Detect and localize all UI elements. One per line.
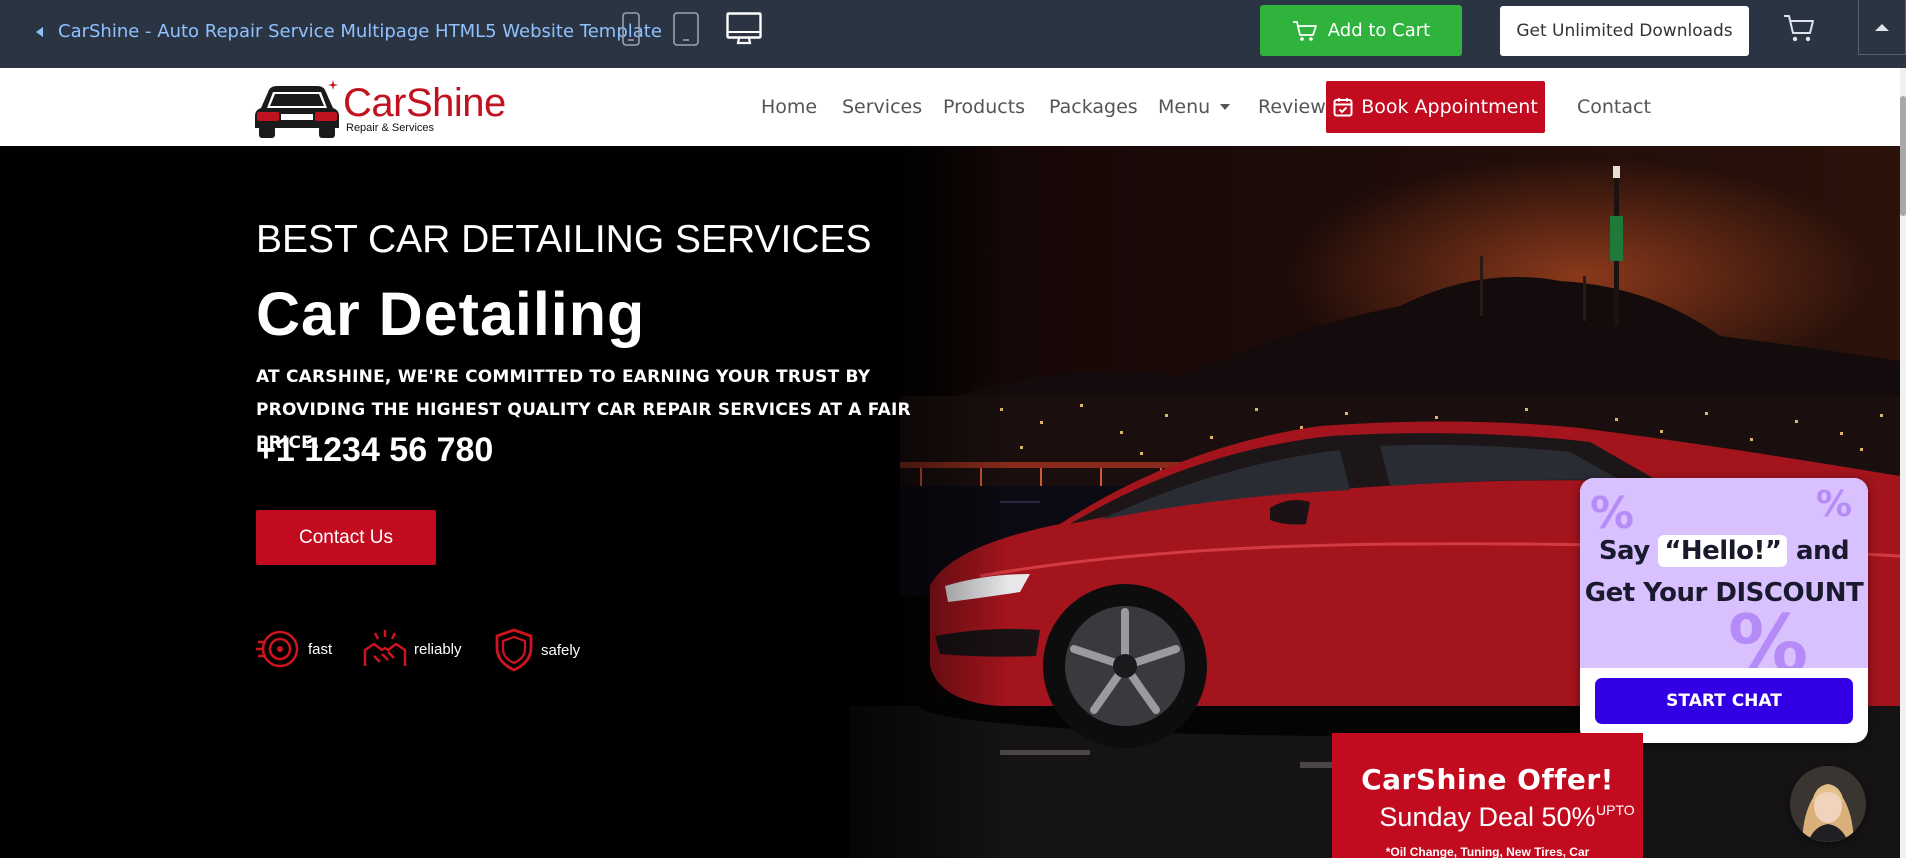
hero-title: Car Detailing <box>256 280 646 348</box>
percent-icon: % <box>1590 488 1635 539</box>
template-title: CarShine - Auto Repair Service Multipage… <box>58 21 662 42</box>
nav-packages[interactable]: Packages <box>1049 68 1138 146</box>
scrollbar-thumb[interactable] <box>1900 96 1906 216</box>
scroll-to-top-button[interactable] <box>1858 0 1906 55</box>
sunday-offer-box: CarShine Offer! Sunday Deal 50% UPTO *Oi… <box>1332 733 1643 858</box>
book-appointment-label: Book Appointment <box>1361 96 1538 118</box>
mobile-icon[interactable] <box>620 12 642 46</box>
discount-subline: Get Your DISCOUNT <box>1584 578 1864 608</box>
preview-bar: CarShine - Auto Repair Service Multipage… <box>0 0 1906 68</box>
feature-fast-label: fast <box>308 640 333 658</box>
offer-upto: UPTO <box>1596 802 1635 818</box>
chat-agent-avatar[interactable] <box>1790 766 1866 842</box>
discount-banner: % % % Say “Hello!” and Get Your DISCOUNT <box>1580 478 1868 668</box>
hero-subtitle: BEST CAR DETAILING SERVICES <box>256 218 872 261</box>
discount-and: and <box>1796 536 1850 566</box>
discount-say: Say <box>1598 536 1650 566</box>
percent-icon: % <box>1816 484 1853 525</box>
site-logo[interactable]: CarShine Repair & Services <box>255 78 506 140</box>
desktop-icon[interactable] <box>726 12 762 46</box>
start-chat-button[interactable]: START CHAT <box>1595 678 1853 724</box>
nav-menu-label: Menu <box>1158 96 1211 118</box>
car-logo-icon <box>255 80 339 138</box>
feature-reliably: reliably <box>362 628 462 670</box>
cart-icon <box>1292 20 1317 41</box>
add-to-cart-label: Add to Cart <box>1327 20 1431 41</box>
add-to-cart-button[interactable]: Add to Cart <box>1260 5 1462 56</box>
offer-title: CarShine Offer! <box>1361 763 1614 796</box>
feature-reliably-label: reliably <box>414 640 462 658</box>
handshake-icon <box>363 630 407 666</box>
book-appointment-button[interactable]: Book Appointment <box>1326 81 1545 133</box>
unlimited-downloads-button[interactable]: Get Unlimited Downloads <box>1500 6 1749 56</box>
feature-safely: safely <box>493 628 580 672</box>
unlimited-downloads-label: Get Unlimited Downloads <box>1516 21 1733 41</box>
feature-safely-label: safely <box>541 641 581 659</box>
site-navbar: CarShine Repair & Services Home Services… <box>0 68 1900 146</box>
nav-menu-dropdown[interactable]: Menu <box>1158 68 1231 146</box>
page-scrollbar[interactable] <box>1900 68 1906 858</box>
feature-fast: fast <box>256 628 332 670</box>
nav-services[interactable]: Services <box>842 68 922 146</box>
caret-down-icon <box>1220 104 1231 110</box>
discount-headline: Say “Hello!” and <box>1580 535 1868 567</box>
nav-products[interactable]: Products <box>943 68 1025 146</box>
offer-text: *Oil Change, Tuning, New Tires, Car <box>1385 845 1590 858</box>
discount-chat-widget: % % % Say “Hello!” and Get Your DISCOUNT… <box>1580 478 1868 743</box>
caret-left-icon <box>36 26 43 37</box>
nav-home[interactable]: Home <box>761 68 817 146</box>
nav-review[interactable]: Review <box>1258 68 1326 146</box>
cart-icon[interactable] <box>1783 13 1815 43</box>
nav-contact[interactable]: Contact <box>1577 68 1651 146</box>
template-title-link[interactable]: CarShine - Auto Repair Service Multipage… <box>36 0 662 63</box>
tablet-icon[interactable] <box>672 12 700 46</box>
hello-bubble: “Hello!” <box>1658 535 1788 567</box>
shield-icon <box>495 628 533 672</box>
contact-us-button[interactable]: Contact Us <box>256 510 436 565</box>
logo-title: CarShine <box>343 81 506 125</box>
percent-icon: % <box>1728 598 1809 668</box>
calendar-check-icon <box>1333 98 1353 117</box>
avatar-icon <box>1790 766 1866 842</box>
speed-wheel-icon <box>256 630 299 668</box>
hero-phone: +1 1234 56 780 <box>256 431 494 469</box>
